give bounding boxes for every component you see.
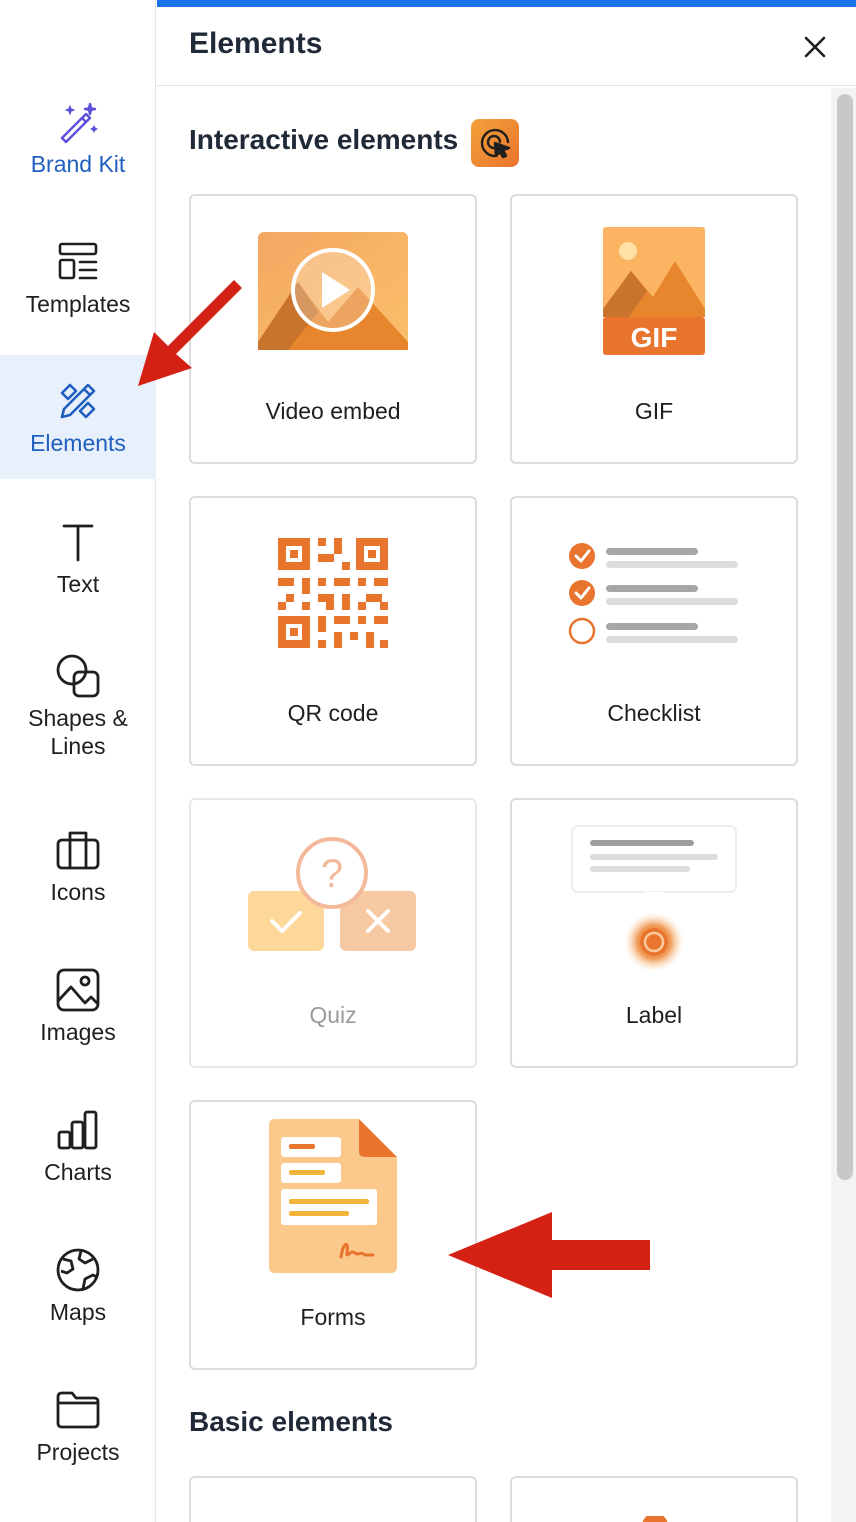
text-icon [54, 518, 102, 566]
forms-icon [269, 1119, 397, 1273]
card-basic-2[interactable] [510, 1476, 798, 1522]
briefcase-icon [54, 826, 102, 874]
sidebar-item-elements[interactable]: Elements [0, 355, 156, 479]
sidebar-item-charts[interactable]: Charts [0, 1084, 156, 1208]
close-button[interactable] [797, 29, 833, 65]
card-label: GIF [634, 398, 674, 424]
panel-header: Elements [157, 7, 856, 86]
card-quiz[interactable]: ? Quiz [189, 798, 477, 1068]
close-icon [804, 36, 826, 58]
panel-title: Elements [189, 27, 323, 60]
card-label: Quiz [309, 1002, 357, 1028]
svg-text:?: ? [321, 852, 343, 896]
label-icon [571, 825, 737, 970]
sidebar-item-icons[interactable]: Icons [0, 804, 156, 928]
card-basic-1[interactable] [189, 1476, 477, 1522]
card-forms[interactable]: Forms [189, 1100, 477, 1370]
svg-text:GIF: GIF [631, 322, 678, 353]
basic-element-icon [642, 1516, 668, 1522]
elements-panel: Elements Interactive elements Video embe… [157, 0, 856, 1522]
section-title-basic: Basic elements [189, 1406, 393, 1437]
card-label: QR code [287, 700, 379, 726]
templates-icon [54, 238, 102, 286]
shapes-icon [54, 652, 102, 700]
image-icon [54, 966, 102, 1014]
sidebar-item-label: Charts [44, 1159, 112, 1185]
card-gif[interactable]: GIF GIF [510, 194, 798, 464]
sidebar-item-maps[interactable]: Maps [0, 1224, 156, 1348]
sidebar-item-brand-kit[interactable]: Brand Kit [0, 76, 156, 200]
panel-accent-bar [157, 0, 856, 7]
card-video-embed[interactable]: Video embed [189, 194, 477, 464]
sidebar-item-shapes-lines[interactable]: Shapes & Lines [0, 636, 156, 776]
elements-icon [54, 377, 102, 425]
card-qr-code[interactable]: QR code [189, 496, 477, 766]
qr-code-icon [278, 538, 388, 648]
magic-wand-icon [54, 98, 102, 146]
sidebar-item-templates[interactable]: Templates [0, 216, 156, 340]
card-label: Video embed [265, 398, 401, 424]
gif-icon: GIF [603, 227, 705, 355]
video-embed-icon [258, 232, 408, 350]
checklist-icon [568, 543, 738, 645]
sidebar-item-label: Shapes & Lines [28, 705, 128, 759]
sidebar-item-projects[interactable]: Projects [0, 1364, 156, 1488]
sidebar-item-label: Maps [49, 1299, 107, 1325]
sidebar-item-images[interactable]: Images [0, 944, 156, 1068]
cursor-click-icon [480, 128, 511, 159]
card-checklist[interactable]: Checklist [510, 496, 798, 766]
sidebar-item-label: Elements [30, 430, 126, 456]
quiz-icon: ? [248, 837, 416, 951]
folder-icon [54, 1386, 102, 1434]
scrollbar-thumb[interactable] [837, 94, 853, 1180]
section-title-interactive: Interactive elements [189, 124, 459, 155]
card-label: Label [625, 1002, 683, 1028]
sidebar: Brand Kit Templates Elements Text Shapes… [0, 0, 156, 1522]
sidebar-item-label: Icons [50, 879, 106, 905]
card-label: Forms [300, 1304, 366, 1330]
sidebar-item-label: Templates [25, 291, 131, 317]
globe-icon [54, 1246, 102, 1294]
sidebar-item-text[interactable]: Text [0, 496, 156, 620]
interactive-badge [471, 119, 519, 167]
bar-chart-icon [54, 1106, 102, 1154]
card-label-element[interactable]: Label [510, 798, 798, 1068]
sidebar-item-label: Projects [36, 1439, 120, 1465]
sidebar-item-label: Images [40, 1019, 116, 1045]
card-label: Checklist [607, 700, 701, 726]
sidebar-item-label: Brand Kit [30, 151, 126, 177]
sidebar-item-label: Text [56, 571, 100, 597]
